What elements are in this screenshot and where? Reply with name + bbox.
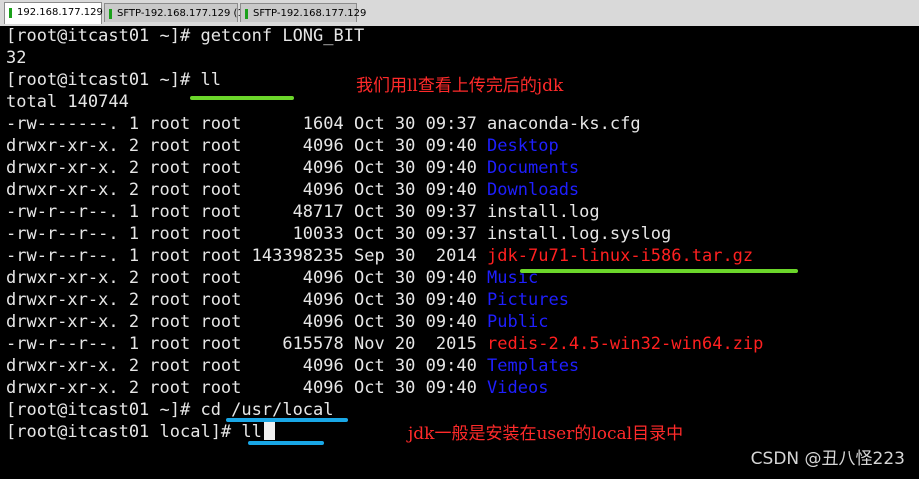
dir-name: Public: [487, 312, 549, 332]
listing-row: -rw-------. 1 root root 1604 Oct 30 09:3…: [6, 113, 641, 135]
terminal-line: [root@itcast01 ~]# ll: [6, 70, 221, 90]
watermark: CSDN @丑八怪223: [750, 449, 905, 469]
terminal-line: total 140744: [6, 92, 129, 112]
listing-row: drwxr-xr-x. 2 root root 4096 Oct 30 09:4…: [6, 355, 579, 377]
listing-row: drwxr-xr-x. 2 root root 4096 Oct 30 09:4…: [6, 377, 548, 399]
listing-row: -rw-r--r--. 1 root root 615578 Nov 20 20…: [6, 333, 763, 355]
highlight-underline: [226, 418, 348, 422]
listing-row: drwxr-xr-x. 2 root root 4096 Oct 30 09:4…: [6, 135, 559, 157]
tab-ssh-session[interactable]: 192.168.177.129: [4, 2, 103, 24]
dir-name: Downloads: [487, 180, 580, 200]
archive-name: jdk-7u71-linux-i586.tar.gz: [487, 246, 754, 266]
listing-row: drwxr-xr-x. 2 root root 4096 Oct 30 09:4…: [6, 311, 548, 333]
tab-label: SFTP-192.168.177.129: [253, 8, 367, 19]
listing-row: -rw-r--r--. 1 root root 10033 Oct 30 09:…: [6, 223, 671, 245]
file-meta: drwxr-xr-x. 2 root root 4096 Oct 30 09:4…: [6, 180, 488, 200]
tab-bar: 192.168.177.129 SFTP-192.168.177.129 (1)…: [0, 0, 919, 27]
file-meta: -rw-r--r--. 1 root root 615578 Nov 20 20…: [6, 334, 488, 354]
highlight-underline: [520, 269, 798, 273]
file-meta: -rw-r--r--. 1 root root 48717 Oct 30 09:…: [6, 202, 488, 222]
listing-row: drwxr-xr-x. 2 root root 4096 Oct 30 09:4…: [6, 179, 579, 201]
tab-label: SFTP-192.168.177.129 (1): [117, 8, 248, 19]
terminal-prompt[interactable]: [root@itcast01 local]# ll: [6, 421, 275, 443]
listing-row: drwxr-xr-x. 2 root root 4096 Oct 30 09:4…: [6, 289, 569, 311]
terminal-line: 32: [6, 48, 27, 68]
annotation-note: jdk一般是安装在user的local目录中: [408, 424, 684, 444]
tab-label: 192.168.177.129: [17, 7, 103, 18]
listing-row: drwxr-xr-x. 2 root root 4096 Oct 30 09:4…: [6, 157, 579, 179]
file-meta: drwxr-xr-x. 2 root root 4096 Oct 30 09:4…: [6, 378, 488, 398]
file-meta: -rw-r--r--. 1 root root 10033 Oct 30 09:…: [6, 224, 488, 244]
dir-name: Documents: [487, 158, 580, 178]
listing-row: drwxr-xr-x. 2 root root 4096 Oct 30 09:4…: [6, 267, 538, 289]
listing-row: -rw-r--r--. 1 root root 143398235 Sep 30…: [6, 245, 753, 267]
file-meta: drwxr-xr-x. 2 root root 4096 Oct 30 09:4…: [6, 290, 488, 310]
listing-row: -rw-r--r--. 1 root root 48717 Oct 30 09:…: [6, 201, 600, 223]
connected-indicator-icon: [9, 8, 12, 18]
dir-name: Videos: [487, 378, 549, 398]
text-cursor: [263, 421, 275, 440]
file-meta: drwxr-xr-x. 2 root root 4096 Oct 30 09:4…: [6, 356, 488, 376]
tab-sftp-session-2[interactable]: SFTP-192.168.177.129: [240, 3, 366, 22]
highlight-underline: [190, 96, 294, 100]
annotation-note: 我们用ll查看上传完后的jdk: [356, 76, 564, 96]
dir-name: Desktop: [487, 136, 559, 156]
file-name: anaconda-ks.cfg: [487, 114, 641, 134]
file-meta: drwxr-xr-x. 2 root root 4096 Oct 30 09:4…: [6, 136, 488, 156]
tab-sftp-session-1[interactable]: SFTP-192.168.177.129 (1): [104, 3, 248, 22]
terminal-line: [root@itcast01 ~]# getconf LONG_BIT: [6, 26, 365, 46]
connected-indicator-icon: [109, 9, 112, 19]
prompt-text: [root@itcast01 local]# ll: [6, 422, 262, 442]
dir-name: Pictures: [487, 290, 569, 310]
dir-name: Templates: [487, 356, 580, 376]
highlight-underline: [248, 441, 324, 445]
terminal-area[interactable]: [root@itcast01 ~]# getconf LONG_BIT 32 […: [0, 26, 919, 479]
connected-indicator-icon: [245, 9, 248, 19]
file-name: install.log.syslog: [487, 224, 672, 244]
file-meta: drwxr-xr-x. 2 root root 4096 Oct 30 09:4…: [6, 158, 488, 178]
file-meta: -rw-r--r--. 1 root root 143398235 Sep 30…: [6, 246, 488, 266]
file-meta: drwxr-xr-x. 2 root root 4096 Oct 30 09:4…: [6, 312, 488, 332]
file-meta: drwxr-xr-x. 2 root root 4096 Oct 30 09:4…: [6, 268, 488, 288]
file-name: install.log: [487, 202, 600, 222]
archive-name: redis-2.4.5-win32-win64.zip: [487, 334, 764, 354]
file-meta: -rw-------. 1 root root 1604 Oct 30 09:3…: [6, 114, 488, 134]
